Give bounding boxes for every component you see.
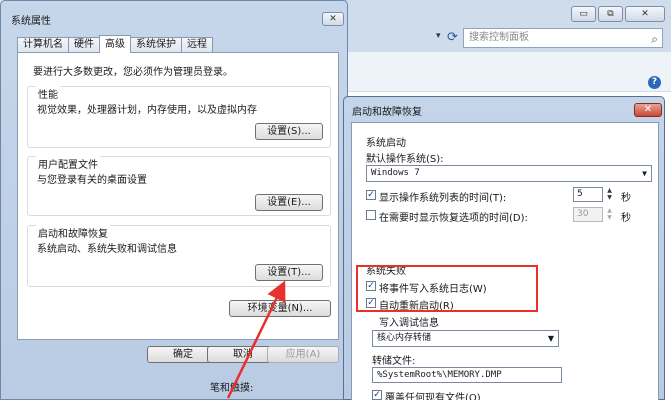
show-os-list-checkbox[interactable]: ✓	[366, 190, 376, 200]
admin-note: 要进行大多数更改，您必须作为管理员登录。	[33, 67, 233, 78]
show-os-list-spinner[interactable]: ▲ ▼	[604, 187, 615, 202]
close-button[interactable]: ✕	[625, 6, 665, 22]
debug-info-heading: 写入调试信息	[379, 318, 439, 329]
profiles-settings-button[interactable]: 设置(E)...	[255, 194, 323, 211]
environment-variables-button[interactable]: 环境变量(N)...	[229, 300, 331, 317]
tab-computer-name[interactable]: 计算机名	[17, 37, 69, 53]
close-button[interactable]: ✕	[322, 12, 344, 26]
group-description: 系统启动、系统失败和调试信息	[37, 244, 177, 255]
magnifier-icon[interactable]: ⌕	[651, 30, 658, 48]
debug-info-select[interactable]: 核心内存转储 ▼	[372, 330, 559, 347]
performance-settings-button[interactable]: 设置(S)...	[255, 123, 323, 140]
window-title: 系统属性	[11, 16, 51, 27]
help-icon[interactable]: ?	[648, 76, 661, 89]
group-description: 视觉效果，处理器计划，内存使用，以及虚拟内存	[37, 105, 257, 116]
tab-hardware[interactable]: 硬件	[68, 37, 100, 53]
tab-advanced[interactable]: 高级	[99, 35, 131, 53]
startup-recovery-group: 启动和故障恢复 系统启动、系统失败和调试信息 设置(T)...	[27, 225, 331, 287]
performance-group: 性能 视觉效果，处理器计划，内存使用，以及虚拟内存 设置(S)...	[27, 86, 331, 148]
dump-file-label: 转储文件:	[372, 356, 416, 367]
overwrite-checkbox[interactable]: ✓	[372, 390, 382, 400]
show-recovery-seconds-input[interactable]: 30	[573, 207, 603, 222]
group-title: 性能	[36, 86, 60, 101]
startup-recovery-dialog: 启动和故障恢复 ✕ 系统启动 默认操作系统(S): Windows 7 ▼ ✓ …	[343, 96, 665, 400]
show-os-list-label: 显示操作系统列表的时间(T):	[379, 193, 507, 204]
default-os-label: 默认操作系统(S):	[366, 154, 444, 165]
show-recovery-label: 在需要时显示恢复选项的时间(D):	[379, 213, 528, 224]
user-profiles-group: 用户配置文件 与您登录有关的桌面设置 设置(E)...	[27, 156, 331, 216]
tab-system-protection[interactable]: 系统保护	[130, 37, 182, 53]
chevron-down-icon: ▼	[547, 334, 554, 343]
system-properties-window: 系统属性 ✕ 计算机名 硬件 高级 系统保护 远程 要进行大多数更改，您必须作为…	[0, 0, 348, 400]
show-os-list-seconds-input[interactable]: 5	[573, 187, 603, 202]
apply-button[interactable]: 应用(A)	[267, 346, 339, 363]
seconds-unit-label: 秒	[621, 193, 631, 204]
default-os-value: Windows 7	[371, 168, 420, 178]
group-description: 与您登录有关的桌面设置	[37, 175, 147, 186]
dialog-client: 系统启动 默认操作系统(S): Windows 7 ▼ ✓ 显示操作系统列表的时…	[351, 122, 659, 400]
system-startup-heading: 系统启动	[366, 138, 406, 149]
overwrite-label: 覆盖任何现有文件(O)	[385, 393, 481, 400]
refresh-icon[interactable]: ⟳	[447, 30, 458, 45]
highlight-box	[356, 265, 538, 312]
address-dropdown-icon[interactable]: ▾	[436, 31, 441, 41]
seconds-unit-label: 秒	[621, 213, 631, 224]
chevron-down-icon: ▼	[642, 169, 647, 178]
control-panel-header-strip	[346, 52, 671, 92]
tab-remote[interactable]: 远程	[181, 37, 213, 53]
caption-buttons: ▭ ⧉ ✕	[571, 6, 665, 22]
close-button[interactable]: ✕	[634, 103, 662, 117]
search-input[interactable]: 搜索控制面板 ⌕	[463, 28, 663, 48]
tab-strip: 计算机名 硬件 高级 系统保护 远程	[17, 35, 213, 53]
restore-button[interactable]: ⧉	[598, 6, 623, 22]
show-recovery-checkbox[interactable]	[366, 210, 376, 220]
minimize-button[interactable]: ▭	[571, 6, 596, 22]
search-placeholder: 搜索控制面板	[469, 32, 529, 43]
startup-settings-button[interactable]: 设置(T)...	[255, 264, 323, 281]
group-title: 用户配置文件	[36, 156, 100, 171]
advanced-tab-panel: 要进行大多数更改，您必须作为管理员登录。 性能 视觉效果，处理器计划，内存使用，…	[17, 52, 339, 340]
group-title: 启动和故障恢复	[36, 225, 110, 240]
debug-info-value: 核心内存转储	[377, 333, 432, 343]
dump-file-input[interactable]: %SystemRoot%\MEMORY.DMP	[372, 367, 562, 383]
show-recovery-spinner[interactable]: ▲ ▼	[604, 207, 615, 222]
default-os-select[interactable]: Windows 7 ▼	[366, 165, 652, 182]
pen-touch-label: 笔和触摸:	[210, 383, 254, 394]
dialog-title: 启动和故障恢复	[352, 107, 422, 118]
